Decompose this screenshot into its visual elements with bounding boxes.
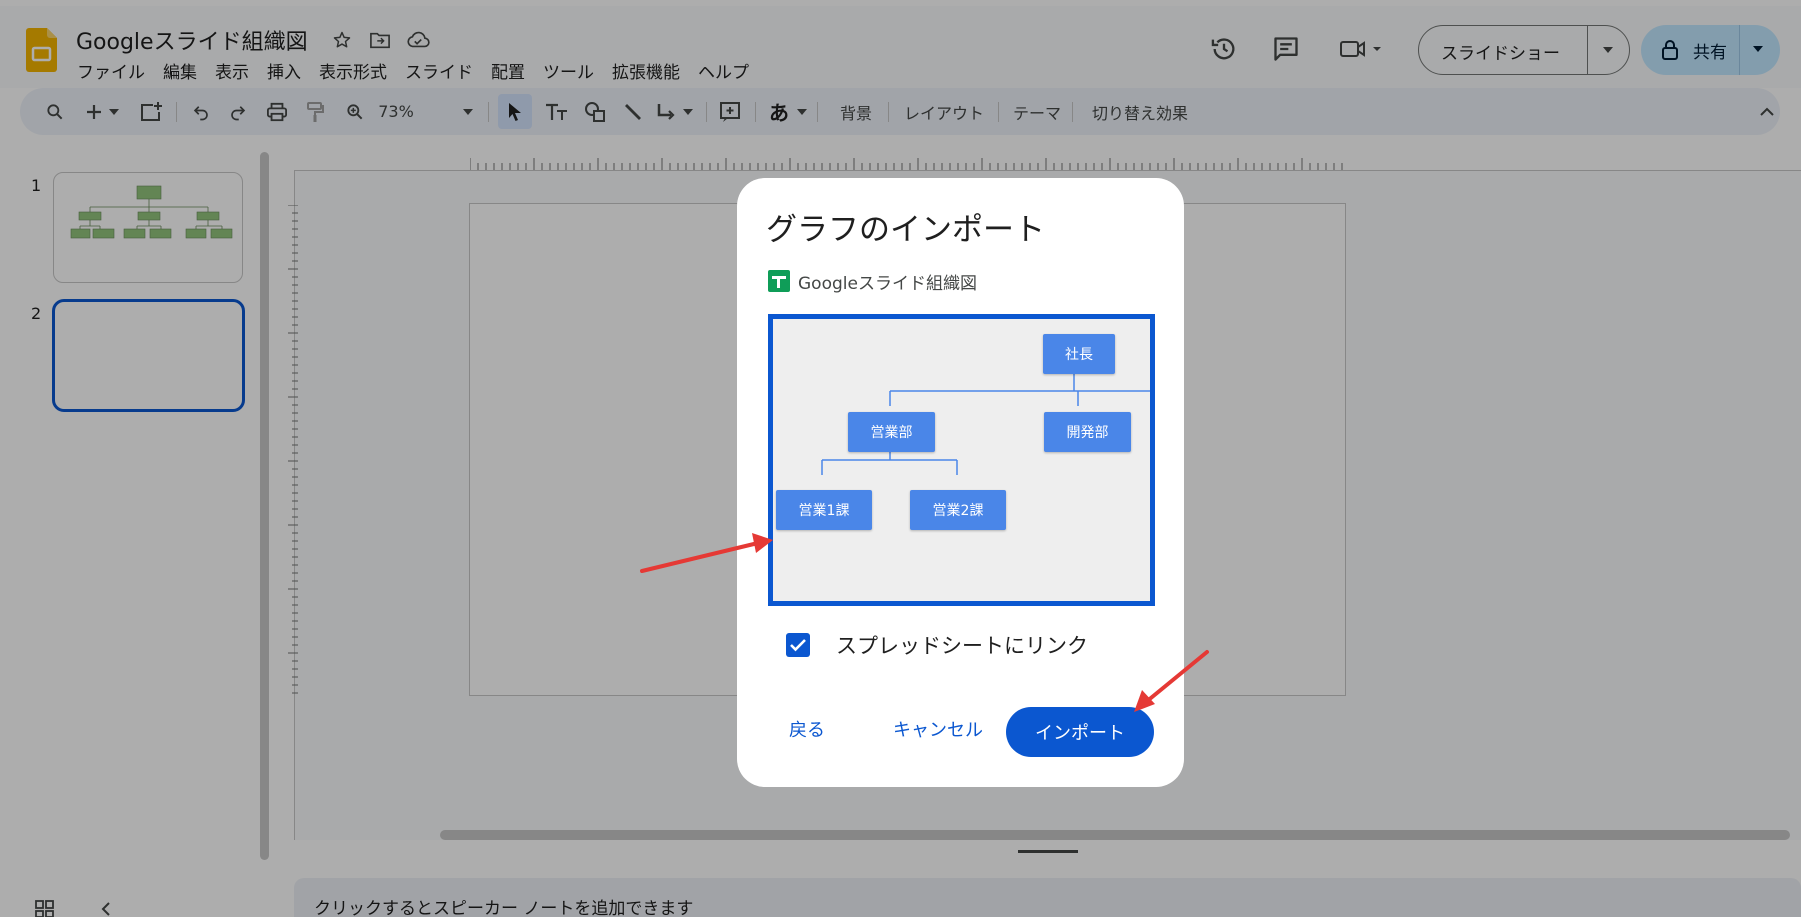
org-node-dev: 開発部: [1044, 412, 1131, 452]
org-node-sales: 営業部: [848, 412, 935, 452]
org-node-sales2: 営業2課: [910, 490, 1006, 530]
link-spreadsheet-checkbox[interactable]: [786, 633, 810, 657]
source-spreadsheet-name: Googleスライド組織図: [798, 274, 977, 294]
checkmark-icon: [790, 639, 806, 652]
cancel-button[interactable]: キャンセル: [893, 716, 983, 742]
org-node-root: 社長: [1043, 334, 1115, 374]
org-node-sales1: 営業1課: [776, 490, 872, 530]
import-button[interactable]: インポート: [1006, 707, 1154, 757]
back-button[interactable]: 戻る: [789, 716, 825, 742]
chart-preview[interactable]: 社長 営業部 開発部 営業1課 営業2課: [768, 314, 1155, 606]
sheets-icon: [768, 270, 790, 292]
import-chart-dialog: グラフのインポート Googleスライド組織図 社長 営業部 開発部 営業1課 …: [737, 178, 1184, 787]
link-spreadsheet-label: スプレッドシートにリンク: [836, 634, 1088, 658]
dialog-title: グラフのインポート: [766, 212, 1045, 248]
